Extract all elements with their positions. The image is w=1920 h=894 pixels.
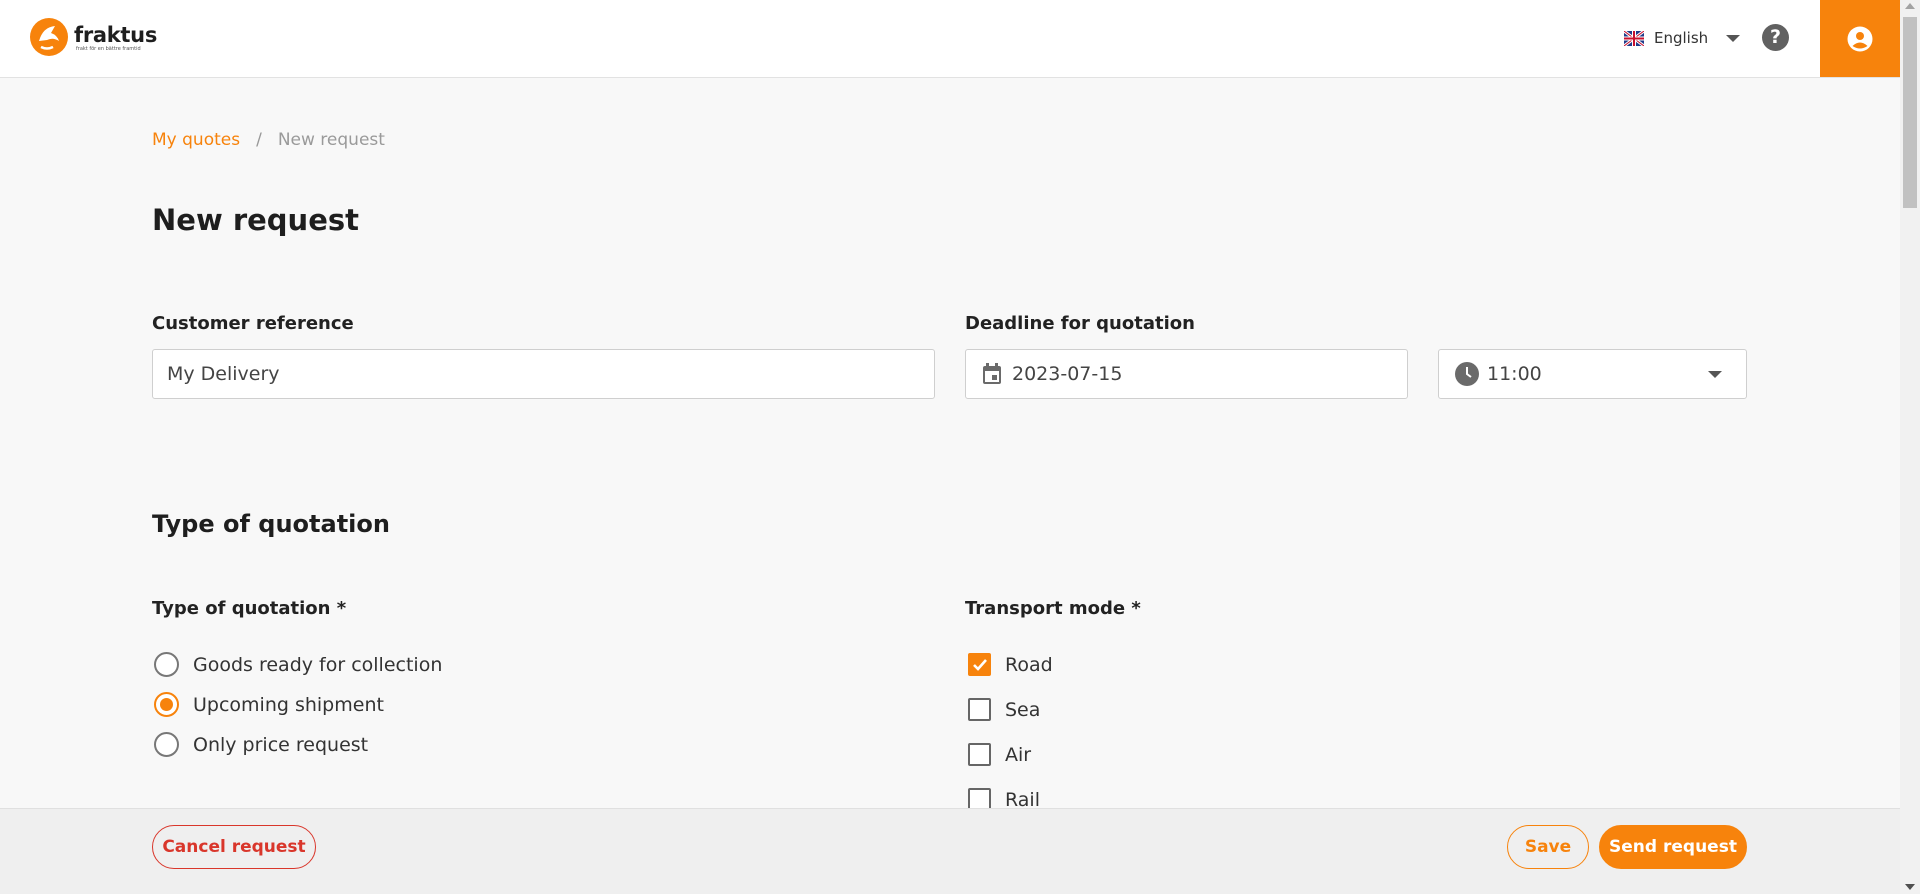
uk-flag-icon — [1624, 30, 1644, 46]
checkbox[interactable] — [968, 698, 991, 721]
checkbox-label: Air — [1005, 743, 1032, 766]
language-selector[interactable]: English — [1624, 26, 1741, 50]
page-scrollbar[interactable] — [1900, 0, 1920, 894]
scroll-down-arrow-icon[interactable] — [1905, 884, 1915, 890]
help-icon[interactable]: ? — [1762, 24, 1789, 51]
breadcrumb-current: New request — [277, 130, 385, 150]
logo-icon — [30, 18, 68, 56]
deadline-date-input[interactable]: 2023-07-15 — [965, 349, 1408, 399]
brand-name: fraktus — [74, 22, 158, 47]
language-label: English — [1654, 29, 1709, 47]
scrollbar-thumb[interactable] — [1903, 17, 1917, 208]
breadcrumb: My quotes / New request — [152, 130, 385, 150]
fraktus-logo[interactable]: fraktus frakt för en bättre framtid — [29, 17, 157, 58]
clock-icon — [1455, 362, 1479, 386]
checkbox-label: Sea — [1005, 698, 1041, 721]
customer-reference-value: My Delivery — [167, 363, 280, 385]
transport-mode-label: Transport mode * — [965, 598, 1141, 619]
account-button[interactable] — [1820, 0, 1900, 77]
checkbox-checked[interactable] — [968, 653, 991, 676]
radio-button-selected[interactable] — [154, 692, 179, 717]
radio-goods-ready[interactable]: Goods ready for collection — [154, 652, 442, 677]
radio-label: Upcoming shipment — [193, 693, 384, 716]
brand-tagline: frakt för en bättre framtid — [76, 45, 141, 52]
chevron-down-icon — [1726, 34, 1741, 42]
deadline-time-select[interactable]: 11:00 — [1438, 349, 1747, 399]
checkbox-sea[interactable]: Sea — [968, 698, 1040, 721]
deadline-date-value: 2023-07-15 — [1012, 363, 1123, 385]
cancel-request-button[interactable]: Cancel request — [152, 825, 316, 869]
send-request-button[interactable]: Send request — [1599, 825, 1747, 869]
customer-reference-input[interactable]: My Delivery — [152, 349, 935, 399]
customer-reference-label: Customer reference — [152, 313, 354, 334]
action-footer: Cancel request Save Send request — [0, 808, 1900, 894]
section-title-type-of-quotation: Type of quotation — [152, 510, 390, 538]
checkbox-label: Road — [1005, 653, 1053, 676]
page-title: New request — [152, 203, 359, 237]
checkbox[interactable] — [968, 743, 991, 766]
chevron-down-icon — [1708, 371, 1722, 378]
type-of-quotation-label: Type of quotation * — [152, 598, 347, 619]
radio-button[interactable] — [154, 652, 179, 677]
user-circle-icon — [1847, 26, 1873, 51]
radio-label: Only price request — [193, 733, 369, 756]
breadcrumb-my-quotes[interactable]: My quotes — [152, 130, 240, 150]
checkbox-air[interactable]: Air — [968, 743, 1031, 766]
check-icon — [972, 658, 987, 671]
scroll-up-arrow-icon[interactable] — [1905, 3, 1915, 9]
deadline-time-value: 11:00 — [1487, 363, 1542, 385]
radio-only-price-request[interactable]: Only price request — [154, 732, 368, 757]
checkbox-road[interactable]: Road — [968, 653, 1053, 676]
breadcrumb-separator: / — [256, 130, 262, 150]
radio-button[interactable] — [154, 732, 179, 757]
radio-upcoming-shipment[interactable]: Upcoming shipment — [154, 692, 384, 717]
save-button[interactable]: Save — [1507, 825, 1589, 869]
deadline-label: Deadline for quotation — [965, 313, 1195, 334]
calendar-icon — [983, 363, 1001, 384]
radio-label: Goods ready for collection — [193, 653, 443, 676]
top-bar: fraktus frakt för en bättre framtid Engl… — [0, 0, 1900, 78]
